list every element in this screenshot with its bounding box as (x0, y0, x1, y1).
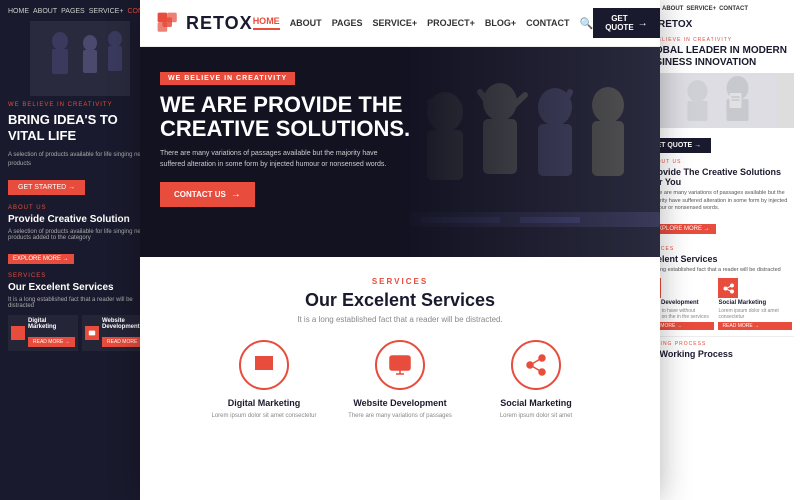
right-service-row: Nbsite Development I try logo to have wi… (641, 278, 794, 330)
get-quote-button[interactable]: GET QUOTE → (593, 8, 659, 38)
right-service-2: Social Marketing Lorem ipsum dolor sit a… (718, 278, 791, 330)
logo-icon (156, 11, 180, 35)
nav-about[interactable]: ABOUT (290, 18, 322, 28)
services-subtitle: It is a long established fact that a rea… (160, 315, 640, 324)
left-nav-home[interactable]: HOME (8, 8, 29, 15)
contact-arrow-icon: → (231, 189, 241, 200)
left-tagline: WE BELIEVE IN CREATIVITY (8, 102, 152, 108)
nav-project[interactable]: PROJECT+ (427, 18, 475, 28)
working-process-title: Our Working Process (641, 349, 794, 359)
right-headline: GLOBAL LEADER IN MODERN BUSINESS INNOVAT… (641, 45, 794, 69)
right-about-title: Provide The Creative Solutions For You (648, 167, 794, 187)
left-hero-image (8, 21, 152, 96)
left-nav-pages[interactable]: PAGES (61, 8, 85, 15)
hero-description: There are many variations of passages av… (160, 149, 400, 170)
hero-title: WE ARE PROVIDE THE CREATIVE SOLUTIONS. (160, 93, 440, 141)
right-nav-contact[interactable]: CONTACT (719, 6, 748, 12)
web-dev-card-icon (375, 340, 425, 390)
right-nav-about[interactable]: ABOUT (662, 6, 683, 12)
right-hero-image (641, 73, 794, 128)
nav-contact[interactable]: CONTACT (526, 18, 569, 28)
left-cta-button[interactable]: GET STARTED → (8, 180, 85, 195)
social-marketing-card-icon (511, 340, 561, 390)
right-social-marketing-icon (718, 278, 738, 298)
left-section-title: Provide Creative Solution (8, 214, 152, 225)
right-services-desc: It is a long established fact that a rea… (641, 267, 794, 273)
left-headline: BRING IDEA'S TO VITAL LIFE (8, 112, 152, 143)
hero-badge: WE BELIEVE IN CREATIVITY (160, 72, 295, 85)
nav-service[interactable]: SERVICE+ (373, 18, 418, 28)
nav-blog[interactable]: BLOG+ (485, 18, 516, 28)
hero-section: WE BELIEVE IN CREATIVITY WE ARE PROVIDE … (140, 47, 660, 257)
contact-us-button[interactable]: CONTACT US → (160, 182, 255, 207)
nav-home[interactable]: HOME (253, 16, 280, 30)
working-process-label: WORKING PROCESS (641, 341, 794, 347)
get-quote-label: GET QUOTE (605, 14, 633, 32)
right-about-desc: There are many variations of passages av… (648, 190, 794, 213)
right-service-name-2: Social Marketing (718, 300, 791, 306)
service-card-desc-3: Lorem ipsum dolor sit amet (476, 412, 596, 420)
left-services-label: SERVICES (8, 273, 152, 279)
right-read-more-2[interactable]: READ MORE → (718, 322, 791, 330)
services-grid: Digital Marketing Lorem ipsum dolor sit … (160, 340, 640, 420)
right-logo: RETOX (641, 17, 794, 31)
right-service-desc-2: Lorem ipsum dolor sit amet consectetur (718, 308, 791, 320)
left-about-label: ABOUT US (8, 205, 152, 211)
services-title: Our Excelent Services (160, 290, 640, 311)
left-desc: A selection of products available for li… (8, 151, 152, 168)
right-about-label: ABOUT US (648, 159, 794, 165)
service-card-web: Website Development There are many varia… (340, 340, 460, 420)
service-card-title-3: Social Marketing (476, 398, 596, 408)
service-card-desc-2: There are many variations of passages (340, 412, 460, 420)
left-panel: HOME ABOUT PAGES SERVICE+ CONTACT WE BEL… (0, 0, 160, 500)
center-panel: RETOX HOME ABOUT PAGES SERVICE+ PROJECT+… (140, 0, 660, 500)
services-header: SERVICES Our Excelent Services It is a l… (160, 277, 640, 324)
center-nav[interactable]: HOME ABOUT PAGES SERVICE+ PROJECT+ BLOG+… (253, 16, 594, 30)
left-service-items: Digital Marketing READ MORE → Website De… (8, 315, 152, 351)
search-icon[interactable]: 🔍 (580, 17, 594, 30)
right-tagline: WE BELIEVE IN CREATIVITY (641, 37, 794, 43)
service-card-title-2: Website Development (340, 398, 460, 408)
right-services-label: SERVICES (641, 246, 794, 252)
right-nav-service[interactable]: SERVICE+ (686, 6, 716, 12)
left-service-digital: Digital Marketing READ MORE → (8, 315, 78, 351)
right-services-title: Excelent Services (641, 254, 794, 264)
digital-marketing-card-icon (239, 340, 289, 390)
right-brand-name: RETOX (658, 19, 692, 30)
arrow-icon: → (638, 18, 648, 29)
services-tag: SERVICES (160, 277, 640, 286)
brand-name: RETOX (186, 13, 253, 34)
nav-pages[interactable]: PAGES (332, 18, 363, 28)
service-card-desc-1: Lorem ipsum dolor sit amet consectetur (204, 412, 324, 420)
right-top-nav[interactable]: HOME ABOUT SERVICE+ CONTACT (641, 6, 794, 12)
services-section: SERVICES Our Excelent Services It is a l… (140, 257, 660, 430)
logo-area: RETOX (156, 11, 253, 35)
service-card-social: Social Marketing Lorem ipsum dolor sit a… (476, 340, 596, 420)
service-card-digital: Digital Marketing Lorem ipsum dolor sit … (204, 340, 324, 420)
left-read-more-1[interactable]: READ MORE → (28, 337, 75, 347)
left-nav-service[interactable]: SERVICE+ (89, 8, 124, 15)
left-nav-about[interactable]: ABOUT (33, 8, 57, 15)
left-top-nav[interactable]: HOME ABOUT PAGES SERVICE+ CONTACT (8, 8, 152, 15)
left-services-title: Our Excelent Services (8, 282, 152, 293)
left-read-more[interactable]: EXPLORE MORE → (8, 254, 74, 264)
left-services-desc: It is a long established fact that a rea… (8, 297, 152, 309)
digital-marketing-icon (11, 326, 25, 340)
left-section-desc: A selection of products available for li… (8, 229, 152, 241)
contact-btn-label: CONTACT US (174, 190, 226, 199)
service-card-title-1: Digital Marketing (204, 398, 324, 408)
left-service-name-1: Digital Marketing (28, 318, 75, 330)
center-header: RETOX HOME ABOUT PAGES SERVICE+ PROJECT+… (140, 0, 660, 47)
web-dev-icon (85, 326, 99, 340)
hero-content: WE BELIEVE IN CREATIVITY WE ARE PROVIDE … (160, 67, 440, 207)
